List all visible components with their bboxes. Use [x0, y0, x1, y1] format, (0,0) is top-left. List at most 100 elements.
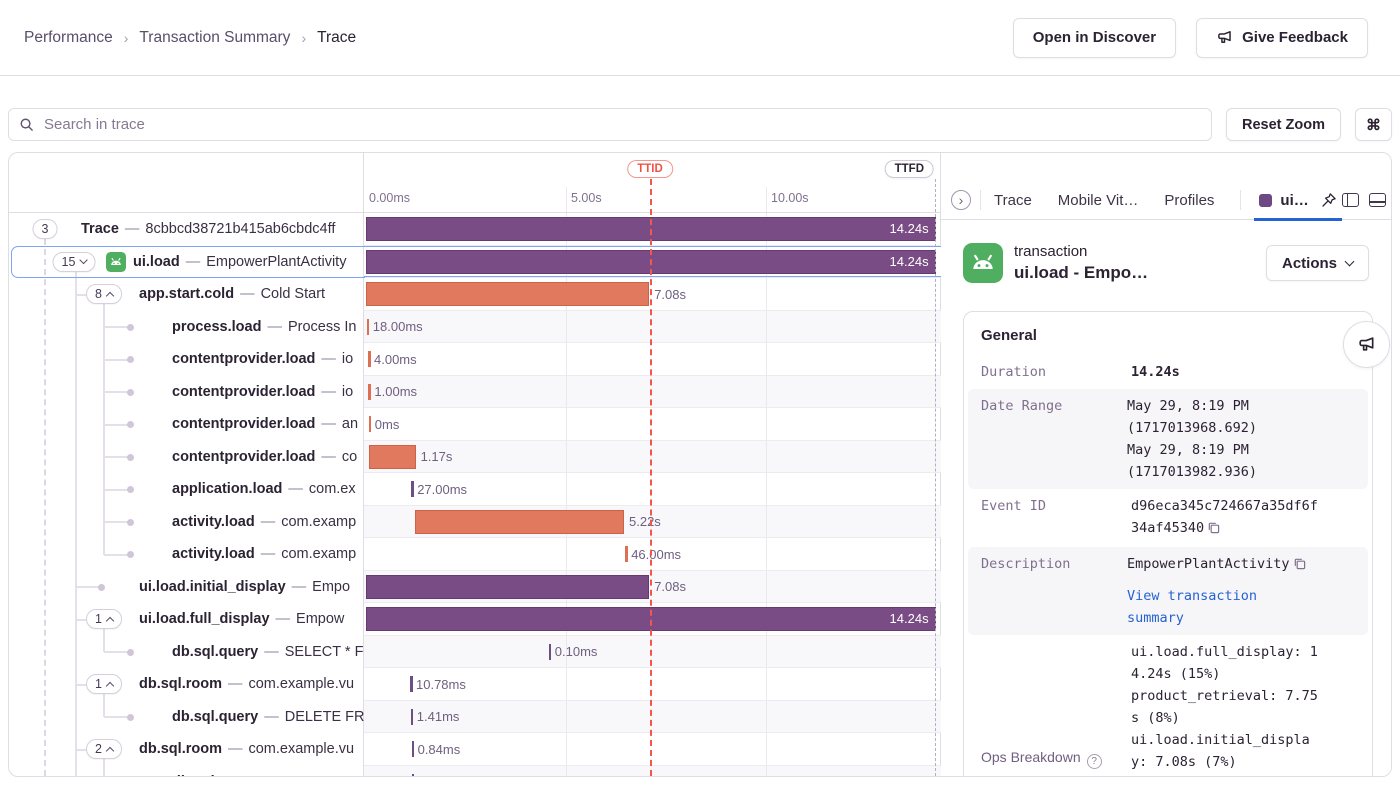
span-duration-row[interactable]: 18.00ms — [364, 311, 941, 344]
span-bar[interactable] — [411, 481, 414, 497]
span-bar[interactable] — [411, 709, 414, 725]
tree-connector — [103, 538, 105, 555]
timeline-tick-label: 5.00s — [571, 191, 602, 205]
ttid-marker-badge[interactable]: TTID — [627, 160, 673, 178]
span-tree-row[interactable]: 3Trace—8cbbcd38721b415ab6cbdc4ff — [9, 213, 364, 246]
span-duration-row[interactable]: 0.10ms — [364, 636, 941, 669]
span-duration-row[interactable]: 10.78ms — [364, 668, 941, 701]
span-duration-row[interactable]: 1.17s — [364, 441, 941, 474]
span-bar[interactable] — [366, 282, 649, 306]
span-tree-row[interactable]: 15ui.load—EmpowerPlantActivity — [9, 246, 364, 279]
view-transaction-summary-link[interactable]: View transaction summary — [1127, 585, 1319, 629]
span-bar[interactable] — [367, 319, 370, 335]
span-color-swatch — [1259, 194, 1272, 207]
span-count-badge[interactable]: 3 — [33, 219, 58, 239]
span-tree-row[interactable]: 8app.start.cold—Cold Start — [9, 278, 364, 311]
span-bar[interactable] — [412, 774, 415, 778]
span-count-badge[interactable]: 8 — [86, 284, 122, 304]
span-count-badge[interactable]: 2 — [86, 739, 122, 759]
open-in-discover-button[interactable]: Open in Discover — [1013, 18, 1176, 58]
span-duration-row[interactable]: 2.70ms — [364, 766, 941, 778]
span-tree-row[interactable]: contentprovider.load—an — [9, 408, 364, 441]
panel-bottom-icon[interactable] — [1369, 193, 1386, 207]
search-field[interactable] — [8, 108, 1212, 141]
span-count-badge[interactable]: 15 — [53, 252, 96, 272]
span-tree-row[interactable]: 2db.sql.room—com.example.vu — [9, 733, 364, 766]
span-tree-row[interactable]: 1ui.load.full_display—Empow — [9, 603, 364, 636]
expand-panel-icon[interactable]: › — [951, 190, 971, 210]
span-bar[interactable] — [369, 416, 372, 432]
reset-zoom-button[interactable]: Reset Zoom — [1226, 108, 1341, 141]
search-icon — [19, 117, 34, 132]
details-panel: › Trace Mobile Vit… Profiles ui… transactio… — [941, 153, 1391, 776]
pin-icon[interactable] — [1321, 192, 1337, 208]
span-duration-row[interactable]: 14.24s — [364, 246, 941, 279]
span-bar[interactable] — [415, 510, 624, 534]
timeline-tick-label: 10.00s — [771, 191, 809, 205]
span-bar[interactable] — [366, 575, 649, 599]
span-bar[interactable] — [549, 644, 552, 660]
general-row-description: Description EmpowerPlantActivityView tra… — [968, 547, 1368, 635]
help-icon[interactable]: ? — [1087, 754, 1102, 769]
span-tree-row[interactable]: db.sql.query—SELECT * F — [9, 636, 364, 669]
span-tree-row[interactable]: db.sql.query—INSERT OR — [9, 766, 364, 778]
tree-connector — [104, 716, 129, 718]
span-count-badge[interactable]: 1 — [86, 609, 122, 629]
span-tree-row[interactable]: contentprovider.load—io — [9, 343, 364, 376]
tab-mobile-vit[interactable]: Mobile Vit… — [1058, 192, 1139, 209]
span-tree-row[interactable]: activity.load—com.examp — [9, 506, 364, 539]
span-tree-row[interactable]: process.load—Process In — [9, 311, 364, 344]
span-duration-row[interactable]: 4.00ms — [364, 343, 941, 376]
tree-connector — [104, 391, 129, 393]
span-duration-row[interactable]: 27.00ms — [364, 473, 941, 506]
megaphone-icon — [1357, 335, 1376, 354]
span-tree-row[interactable]: ui.load.initial_display—Empo — [9, 571, 364, 604]
span-duration-row[interactable]: 7.08s — [364, 571, 941, 604]
span-bar[interactable] — [368, 384, 371, 400]
span-tree-row[interactable]: contentprovider.load—co — [9, 441, 364, 474]
span-bar[interactable] — [369, 445, 416, 469]
span-duration-row[interactable]: 1.41ms — [364, 701, 941, 734]
span-duration-row[interactable]: 0.84ms — [364, 733, 941, 766]
shortcut-button[interactable]: ⌘ — [1355, 108, 1392, 141]
span-duration-row[interactable]: 14.24s — [364, 213, 941, 246]
event-type-label: transaction — [1014, 243, 1148, 260]
tree-connector — [104, 456, 129, 458]
waterfall-panel: 0.00ms5.00s10.00sTTIDTTFD 14.24s14.24s7.… — [364, 153, 941, 776]
span-count-badge[interactable]: 1 — [86, 674, 122, 694]
span-tree-row[interactable]: 1db.sql.room—com.example.vu — [9, 668, 364, 701]
tree-header — [9, 153, 363, 213]
span-bar[interactable] — [410, 676, 413, 692]
span-duration-row[interactable]: 1.00ms — [364, 376, 941, 409]
span-tree-row[interactable]: activity.load—com.examp — [9, 538, 364, 571]
divider — [980, 190, 981, 210]
ttfd-marker-badge[interactable]: TTFD — [885, 160, 934, 178]
span-duration-row[interactable]: 5.22s — [364, 506, 941, 539]
actions-button[interactable]: Actions — [1266, 245, 1369, 281]
span-tree-row[interactable]: contentprovider.load—io — [9, 376, 364, 409]
span-duration-row[interactable]: 14.24s — [364, 603, 941, 636]
panel-left-icon[interactable] — [1342, 193, 1359, 207]
search-input[interactable] — [42, 115, 1201, 134]
span-duration-row[interactable]: 46.00ms — [364, 538, 941, 571]
give-feedback-label: Give Feedback — [1242, 29, 1348, 46]
feedback-fab-button[interactable] — [1343, 321, 1390, 368]
tab-profiles[interactable]: Profiles — [1164, 192, 1214, 209]
give-feedback-button[interactable]: Give Feedback — [1196, 18, 1368, 58]
tab-active-span[interactable]: ui… — [1254, 181, 1341, 220]
copy-icon[interactable] — [1293, 555, 1306, 577]
span-duration-label: 5.22s — [629, 514, 661, 529]
breadcrumb-transaction-summary[interactable]: Transaction Summary — [139, 29, 290, 47]
tab-trace[interactable]: Trace — [994, 192, 1032, 209]
chevron-down-icon — [79, 256, 87, 264]
span-tree-row[interactable]: application.load—com.ex — [9, 473, 364, 506]
span-bar[interactable] — [368, 351, 371, 367]
span-duration-row[interactable]: 0ms — [364, 408, 941, 441]
copy-icon[interactable] — [1207, 519, 1220, 541]
span-tree-row[interactable]: db.sql.query—DELETE FR — [9, 701, 364, 734]
span-duration-row[interactable]: 7.08s — [364, 278, 941, 311]
span-label: contentprovider.load—io — [172, 343, 364, 376]
span-bar[interactable] — [625, 546, 628, 562]
span-bar[interactable] — [412, 741, 415, 757]
breadcrumb-performance[interactable]: Performance — [24, 29, 113, 47]
